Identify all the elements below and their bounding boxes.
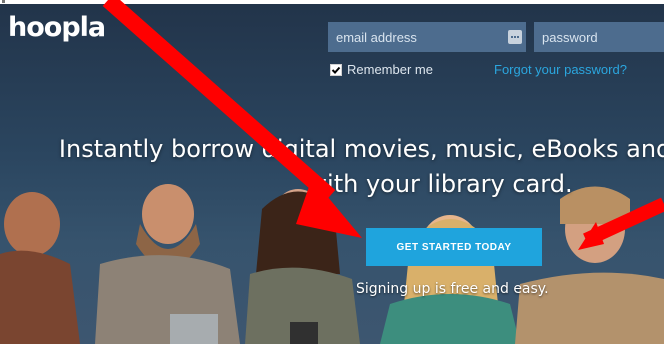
signup-note: Signing up is free and easy. bbox=[356, 281, 549, 297]
email-field[interactable] bbox=[328, 22, 526, 52]
remember-me-option[interactable]: Remember me bbox=[330, 62, 433, 77]
get-started-button[interactable]: GET STARTED TODAY bbox=[366, 228, 542, 266]
hero-headline-line1: Instantly borrow digital movies, music, … bbox=[58, 135, 664, 163]
hero-headline-line2: with your library card. bbox=[307, 169, 573, 198]
checkmark-icon bbox=[331, 66, 341, 74]
remember-me-label: Remember me bbox=[347, 62, 433, 77]
hero-headline: Instantly borrow digital movies, music, … bbox=[0, 132, 664, 202]
cursor-mark bbox=[2, 0, 5, 3]
password-field[interactable] bbox=[534, 22, 664, 52]
forgot-password-link[interactable]: Forgot your password? bbox=[494, 62, 627, 77]
hoopla-logo[interactable]: hoopla bbox=[8, 12, 106, 43]
kebab-menu-icon[interactable] bbox=[508, 30, 522, 44]
hero-section: hoopla Remember me Forgot your password?… bbox=[0, 4, 664, 344]
remember-me-checkbox[interactable] bbox=[330, 63, 342, 76]
